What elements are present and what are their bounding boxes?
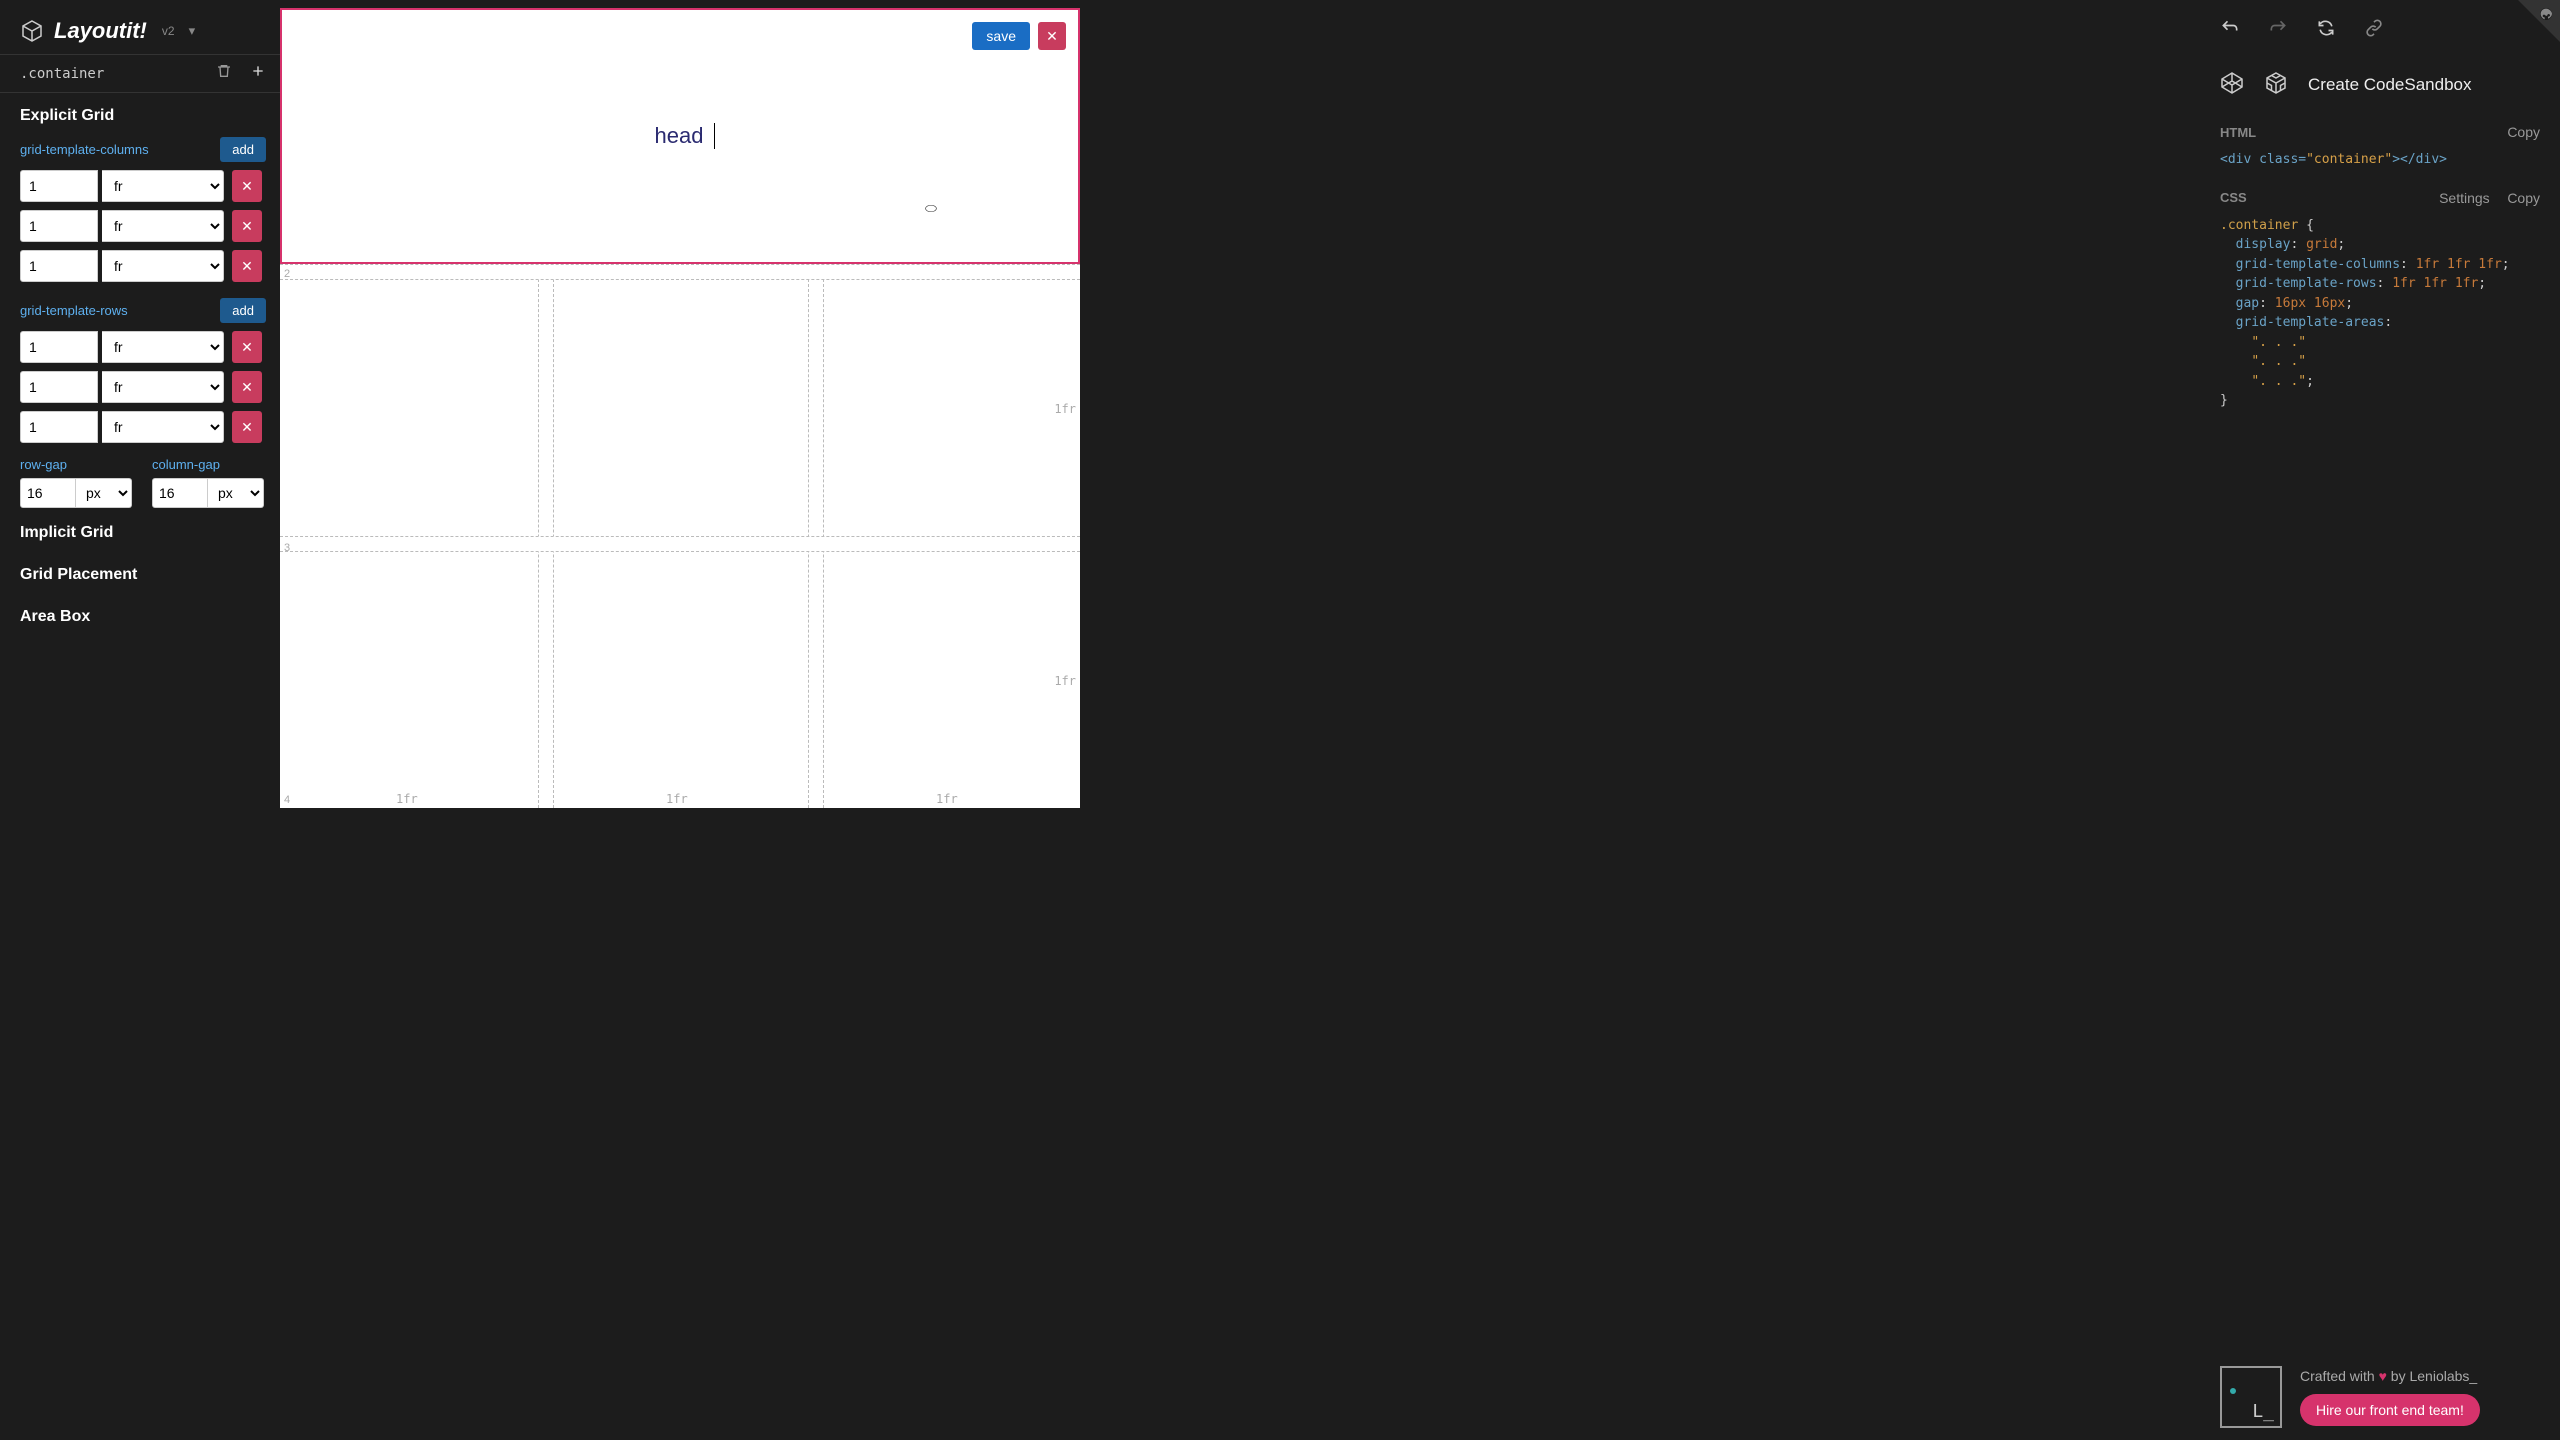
row-gap-band-2 — [280, 536, 1080, 552]
refresh-icon[interactable] — [2316, 18, 2336, 41]
columns-prop-row: grid-template-columns add — [0, 133, 280, 166]
heart-icon: ♥ — [2379, 1368, 2387, 1384]
implicit-grid-section[interactable]: Implicit Grid — [0, 512, 280, 554]
footer: Crafted with ♥ by Leniolabs_ Hire our fr… — [2220, 1366, 2540, 1428]
col3-value-input[interactable] — [20, 250, 98, 282]
redo-icon[interactable] — [2268, 18, 2288, 41]
col-size-1: 1fr — [396, 792, 418, 806]
footer-text-group: Crafted with ♥ by Leniolabs_ Hire our fr… — [2300, 1368, 2480, 1426]
codesandbox-icon[interactable] — [2264, 71, 2288, 98]
col-size-3: 1fr — [936, 792, 958, 806]
left-sidebar: Layoutit! v2 ▾ .container Explicit Grid … — [0, 0, 280, 1440]
row-track-3: fr ✕ — [0, 407, 280, 447]
col-gap-label: column-gap — [152, 457, 264, 472]
row3-delete-button[interactable]: ✕ — [232, 411, 262, 443]
grid-canvas[interactable]: save ✕ 2 3 4 1fr 1fr 1fr 1fr 1fr — [280, 8, 1080, 808]
area-box-section[interactable]: Area Box — [0, 596, 280, 638]
col3-unit-select[interactable]: fr — [102, 250, 224, 282]
copy-css-button[interactable]: Copy — [2507, 190, 2540, 206]
row-size-3: 1fr — [1054, 674, 1076, 688]
link-icon[interactable] — [2364, 18, 2384, 41]
close-area-button[interactable]: ✕ — [1038, 22, 1066, 50]
selected-grid-area[interactable]: save ✕ — [280, 8, 1080, 264]
leniolabs-logo[interactable] — [2220, 1366, 2282, 1428]
row3-unit-select[interactable]: fr — [102, 411, 224, 443]
col1-delete-button[interactable]: ✕ — [232, 170, 262, 202]
col2-value-input[interactable] — [20, 210, 98, 242]
row-line-2: 2 — [284, 268, 290, 280]
logo-row: Layoutit! v2 ▾ — [0, 0, 280, 54]
css-settings-button[interactable]: Settings — [2439, 190, 2490, 206]
selector-row: .container — [0, 54, 280, 93]
col2-delete-button[interactable]: ✕ — [232, 210, 262, 242]
row1-unit-select[interactable]: fr — [102, 331, 224, 363]
row-gap-unit-select[interactable]: px — [76, 478, 132, 508]
css-title: CSS — [2220, 190, 2247, 205]
toolbar — [2200, 0, 2560, 51]
html-code-block[interactable]: <div class="container"></div> — [2200, 146, 2560, 184]
column-track-1: fr ✕ — [0, 166, 280, 206]
column-track-2: fr ✕ — [0, 206, 280, 246]
row2-delete-button[interactable]: ✕ — [232, 371, 262, 403]
save-button[interactable]: save — [972, 22, 1030, 50]
plus-icon[interactable] — [250, 63, 266, 84]
col3-delete-button[interactable]: ✕ — [232, 250, 262, 282]
col-gap-group: column-gap px — [152, 457, 264, 508]
css-code-block[interactable]: .container { display: grid; grid-templat… — [2200, 212, 2560, 425]
selector-label[interactable]: .container — [20, 66, 104, 82]
gap-row: row-gap px column-gap px — [0, 447, 280, 512]
row2-value-input[interactable] — [20, 371, 98, 403]
col1-unit-select[interactable]: fr — [102, 170, 224, 202]
row-gap-value-input[interactable] — [20, 478, 76, 508]
add-column-button[interactable]: add — [220, 137, 266, 162]
add-row-button[interactable]: add — [220, 298, 266, 323]
hire-button[interactable]: Hire our front end team! — [2300, 1394, 2480, 1426]
app-version: v2 — [162, 24, 175, 38]
undo-icon[interactable] — [2220, 18, 2240, 41]
row-track-1: fr ✕ — [0, 327, 280, 367]
row-line-3: 3 — [284, 542, 290, 554]
trash-icon[interactable] — [216, 63, 232, 84]
export-row: Create CodeSandbox — [2200, 51, 2560, 118]
grid-placement-section[interactable]: Grid Placement — [0, 554, 280, 596]
row-gap-group: row-gap px — [20, 457, 132, 508]
rows-prop-row: grid-template-rows add — [0, 294, 280, 327]
selector-actions — [216, 63, 266, 84]
crafted-text: Crafted with ♥ by Leniolabs_ — [2300, 1368, 2480, 1384]
col1-value-input[interactable] — [20, 170, 98, 202]
right-panel: Create CodeSandbox HTML Copy <div class=… — [2200, 0, 2560, 1440]
row3-value-input[interactable] — [20, 411, 98, 443]
columns-label: grid-template-columns — [20, 142, 149, 157]
row-track-2: fr ✕ — [0, 367, 280, 407]
sandbox-label[interactable]: Create CodeSandbox — [2308, 75, 2472, 95]
row1-value-input[interactable] — [20, 331, 98, 363]
row-size-2: 1fr — [1054, 402, 1076, 416]
css-header: CSS Settings Copy — [2200, 184, 2560, 212]
area-name-input[interactable] — [645, 123, 715, 149]
rows-label: grid-template-rows — [20, 303, 128, 318]
col-gap-unit-select[interactable]: px — [208, 478, 264, 508]
col-gap-value-input[interactable] — [152, 478, 208, 508]
row-gap-band-1 — [280, 264, 1080, 280]
explicit-grid-header[interactable]: Explicit Grid — [0, 93, 280, 133]
col2-unit-select[interactable]: fr — [102, 210, 224, 242]
row1-delete-button[interactable]: ✕ — [232, 331, 262, 363]
html-title: HTML — [2220, 125, 2256, 140]
cube-icon — [20, 19, 44, 43]
copy-html-button[interactable]: Copy — [2507, 124, 2540, 140]
column-track-3: fr ✕ — [0, 246, 280, 286]
row-line-4: 4 — [284, 794, 290, 806]
app-name: Layoutit! — [54, 18, 147, 44]
github-icon[interactable] — [2538, 6, 2554, 22]
codepen-icon[interactable] — [2220, 71, 2244, 98]
row-gap-label: row-gap — [20, 457, 132, 472]
row2-unit-select[interactable]: fr — [102, 371, 224, 403]
html-header: HTML Copy — [2200, 118, 2560, 146]
chevron-down-icon[interactable]: ▾ — [189, 23, 196, 39]
col-size-2: 1fr — [666, 792, 688, 806]
